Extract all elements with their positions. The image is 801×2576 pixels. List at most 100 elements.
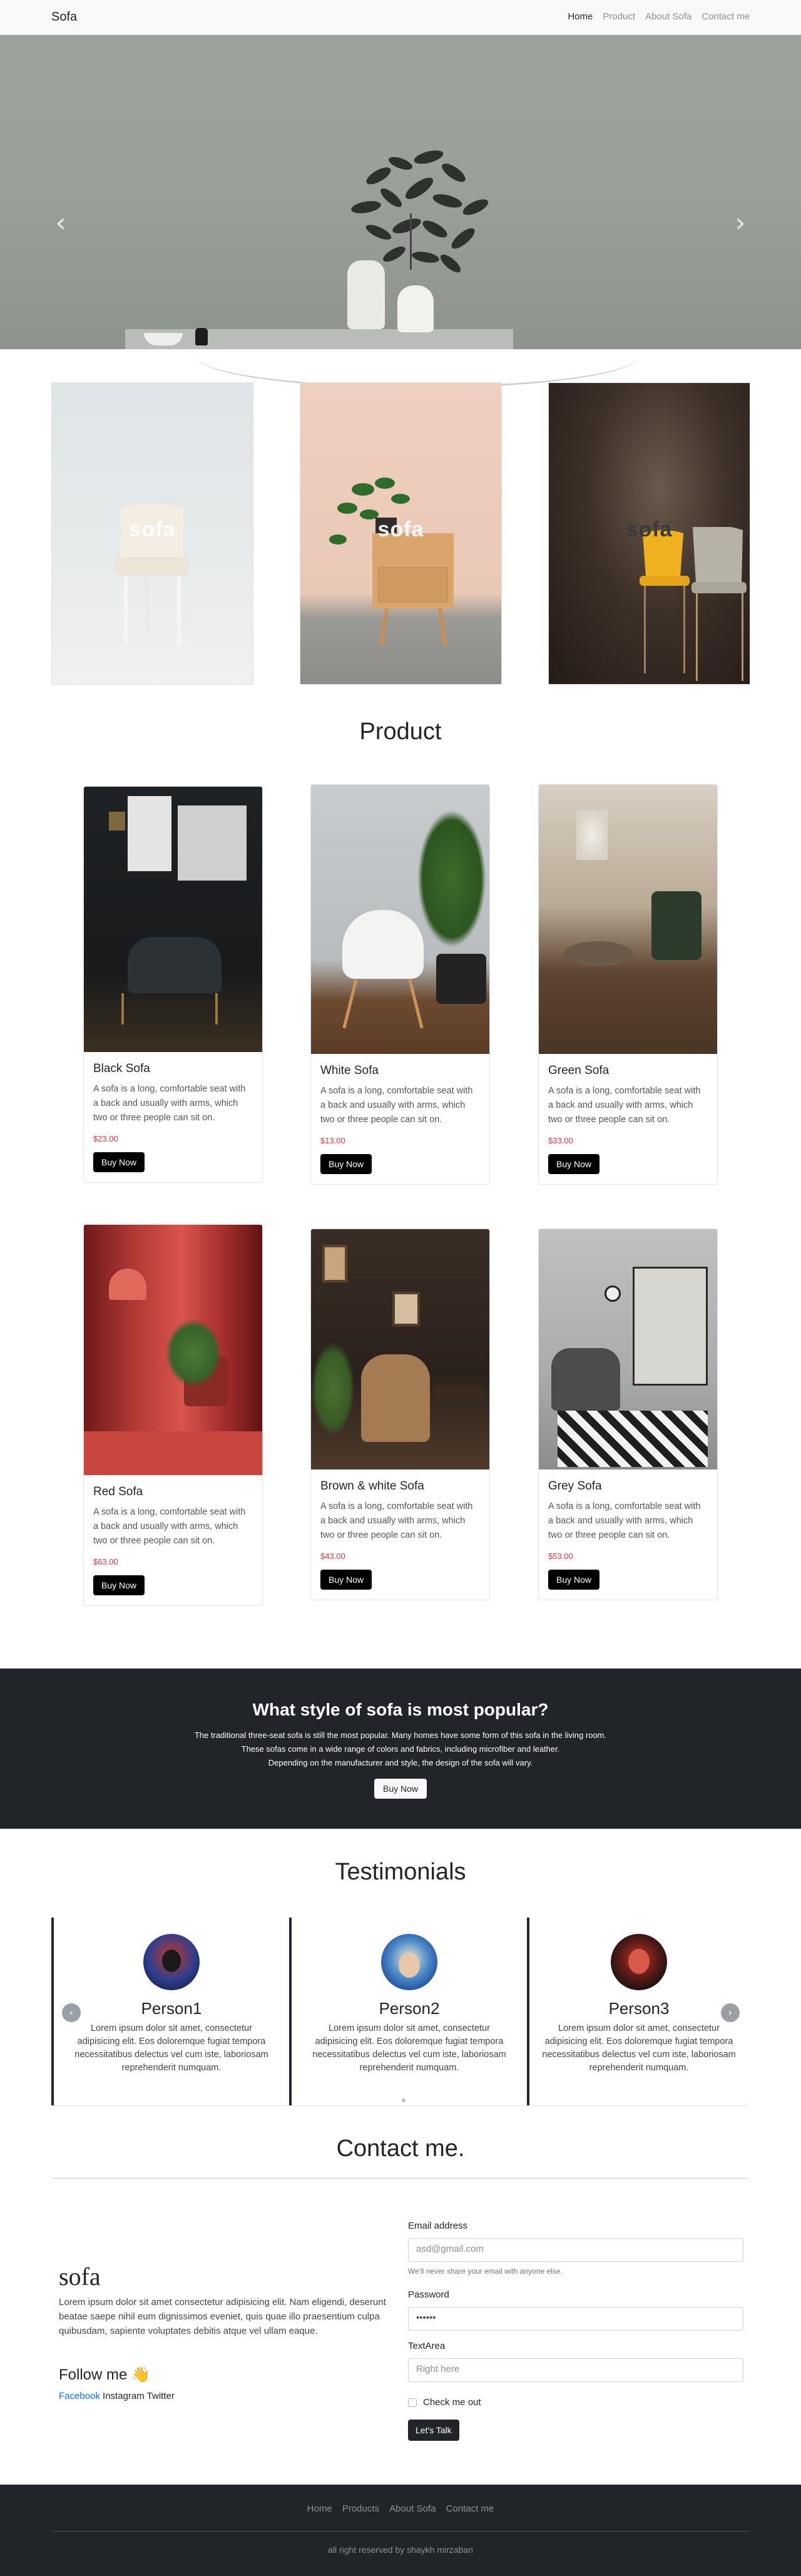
check-me-out-checkbox[interactable]	[408, 2398, 417, 2407]
footer-links: Home Products About Sofa Contact me	[0, 2503, 801, 2514]
buy-now-button[interactable]: Buy Now	[548, 1570, 600, 1590]
contact-brand: sofa	[59, 2262, 101, 2291]
chevron-right-icon[interactable]: ›	[721, 2003, 740, 2022]
product-price: $53.00	[548, 1551, 573, 1561]
product-image	[311, 1229, 489, 1469]
product-description: A sofa is a long, comfortable seat with …	[93, 1084, 246, 1123]
product-section-title: Product	[359, 718, 442, 745]
brand-logo[interactable]: Sofa	[51, 10, 77, 24]
copyright-text: all right reserved by shaykh mirzaban	[328, 2545, 473, 2555]
email-field[interactable]: asd@gmail.com	[408, 2238, 743, 2262]
testimonial-name: Person3	[608, 1999, 670, 2018]
product-name: Brown & white Sofa	[320, 1480, 424, 1493]
banner-text: The traditional three-seat sofa is still…	[0, 1729, 801, 1770]
nav-link-product[interactable]: Product	[603, 11, 635, 22]
buy-now-button[interactable]: Buy Now	[320, 1570, 372, 1590]
chevron-left-icon[interactable]: ‹	[62, 2003, 81, 2022]
product-name: Green Sofa	[548, 1064, 610, 1077]
product-description: A sofa is a long, comfortable seat with …	[320, 1086, 473, 1125]
product-card: Black Sofa A sofa is a long, comfortable…	[83, 786, 263, 1183]
decorative-arc	[197, 325, 638, 388]
popular-style-banner: What style of sofa is most popular? The …	[0, 1669, 801, 1829]
product-description: A sofa is a long, comfortable seat with …	[548, 1501, 701, 1540]
product-card: Green Sofa A sofa is a long, comfortable…	[538, 784, 718, 1185]
product-image	[539, 785, 717, 1054]
testimonial-text: Lorem ipsum dolor sit amet, consectetur …	[74, 2023, 268, 2073]
footer-link-contact[interactable]: Contact me	[446, 2503, 494, 2514]
contact-description: Lorem ipsum dolor sit amet consectetur a…	[59, 2297, 386, 2336]
nightstand-image	[329, 478, 454, 647]
avatar	[143, 1934, 200, 1990]
avatar	[381, 1934, 437, 1990]
email-label: Email address	[408, 2221, 468, 2231]
footer-link-products[interactable]: Products	[342, 2503, 379, 2514]
category-card-white[interactable]: sofa	[51, 382, 253, 685]
product-price: $43.00	[320, 1551, 345, 1561]
password-label: Password	[408, 2289, 449, 2300]
product-image	[539, 1229, 717, 1469]
category-card-dark[interactable]: sofa	[548, 382, 750, 685]
buy-now-button[interactable]: Buy Now	[93, 1575, 145, 1595]
product-card: Brown & white Sofa A sofa is a long, com…	[310, 1229, 490, 1600]
product-name: Grey Sofa	[548, 1480, 602, 1493]
social-links: Facebook Instagram Twitter	[59, 2391, 175, 2401]
divider	[53, 2531, 748, 2532]
twitter-link[interactable]: Twitter	[147, 2391, 175, 2401]
footer: Home Products About Sofa Contact me all …	[0, 2485, 801, 2576]
product-price: $23.00	[93, 1134, 118, 1143]
footer-link-home[interactable]: Home	[307, 2503, 332, 2514]
textarea-label: TextArea	[408, 2341, 446, 2351]
testimonials-title: Testimonials	[335, 1859, 466, 1885]
follow-me-heading: Follow me 👋	[59, 2366, 150, 2383]
product-description: A sofa is a long, comfortable seat with …	[93, 1507, 246, 1546]
message-textarea[interactable]: Right here	[408, 2358, 743, 2382]
product-card: White Sofa A sofa is a long, comfortable…	[310, 784, 490, 1185]
product-image	[84, 1225, 262, 1475]
divider	[53, 2105, 748, 2106]
buy-now-button[interactable]: Buy Now	[93, 1152, 145, 1172]
testimonial-indicator[interactable]	[402, 2098, 406, 2102]
checkbox-label: Check me out	[423, 2397, 481, 2408]
product-price: $63.00	[93, 1557, 118, 1567]
product-price: $13.00	[320, 1136, 345, 1145]
buy-now-button[interactable]: Buy Now	[548, 1154, 600, 1174]
nav-links: Home Product About Sofa Contact me	[568, 11, 750, 22]
product-description: A sofa is a long, comfortable seat with …	[320, 1501, 473, 1540]
facebook-link[interactable]: Facebook	[59, 2391, 100, 2401]
product-image	[84, 787, 262, 1052]
chevron-left-icon[interactable]: ‹	[51, 210, 70, 236]
product-name: Red Sofa	[93, 1485, 143, 1498]
instagram-link[interactable]: Instagram	[103, 2391, 145, 2401]
product-price: $33.00	[548, 1136, 573, 1145]
avatar	[611, 1934, 667, 1990]
testimonial-name: Person1	[141, 1999, 202, 2018]
testimonial-card: Person2 Lorem ipsum dolor sit amet, cons…	[289, 1918, 527, 2105]
vase-image	[347, 260, 385, 329]
product-card: Red Sofa A sofa is a long, comfortable s…	[83, 1224, 263, 1606]
footer-link-about[interactable]: About Sofa	[389, 2503, 436, 2514]
chevron-right-icon[interactable]: ›	[731, 210, 750, 236]
category-label: sofa	[626, 518, 673, 541]
product-name: White Sofa	[320, 1064, 379, 1077]
category-label: sofa	[129, 518, 176, 541]
testimonial-card: Person3 Lorem ipsum dolor sit amet, cons…	[527, 1918, 748, 2105]
banner-text-line: Depending on the manufacturer and style,…	[268, 1758, 533, 1767]
banner-text-line: These sofas come in a wide range of colo…	[241, 1744, 560, 1754]
banner-text-line: The traditional three-seat sofa is still…	[194, 1730, 607, 1740]
testimonial-name: Person2	[379, 1999, 440, 2018]
nav-link-contact[interactable]: Contact me	[702, 11, 750, 22]
category-card-pink[interactable]: sofa	[300, 382, 502, 685]
nav-link-about[interactable]: About Sofa	[645, 11, 691, 22]
product-name: Black Sofa	[93, 1062, 150, 1075]
contact-title: Contact me.	[336, 2135, 465, 2162]
banner-buy-now-button[interactable]: Buy Now	[374, 1779, 427, 1799]
product-description: A sofa is a long, comfortable seat with …	[548, 1086, 701, 1125]
product-card: Grey Sofa A sofa is a long, comfortable …	[538, 1229, 718, 1600]
lets-talk-button[interactable]: Let's Talk	[408, 2420, 459, 2441]
product-image	[311, 785, 489, 1054]
testimonial-card: Person1 Lorem ipsum dolor sit amet, cons…	[51, 1918, 289, 2105]
buy-now-button[interactable]: Buy Now	[320, 1154, 372, 1174]
nav-link-home[interactable]: Home	[568, 11, 593, 22]
banner-title: What style of sofa is most popular?	[252, 1700, 549, 1719]
password-field[interactable]: ••••••	[408, 2307, 743, 2331]
